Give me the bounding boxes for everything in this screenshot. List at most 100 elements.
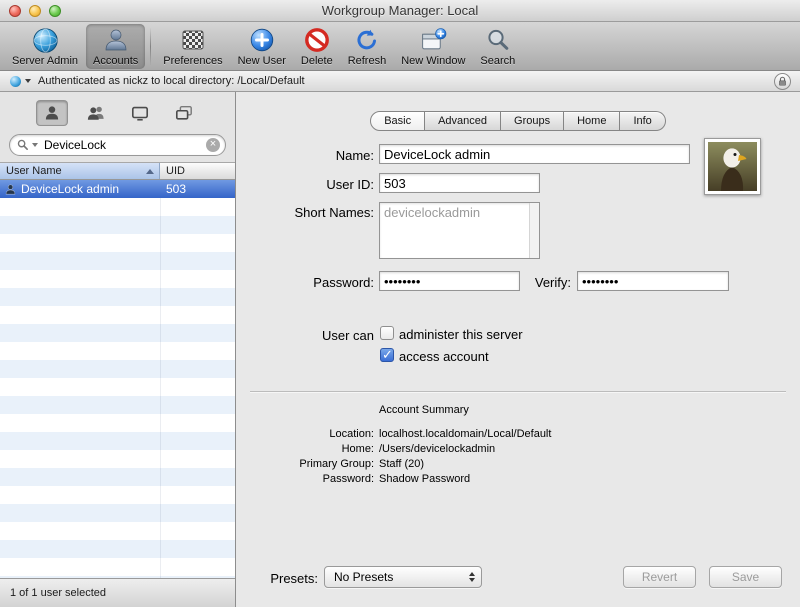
new-user-icon xyxy=(249,25,275,55)
accounts-icon xyxy=(103,25,129,55)
user-list-header: User Name UID xyxy=(0,162,235,180)
user-list[interactable]: DeviceLock admin 503 xyxy=(0,180,235,578)
toolbar-delete[interactable]: Delete xyxy=(294,24,340,69)
toolbar-preferences[interactable]: Preferences xyxy=(156,24,229,69)
title-bar: Workgroup Manager: Local xyxy=(0,0,800,22)
short-names-box[interactable]: devicelockadmin xyxy=(379,202,540,259)
verify-input[interactable] xyxy=(577,271,729,291)
user-id-label: User ID: xyxy=(236,177,374,192)
section-divider xyxy=(250,391,786,393)
delete-icon xyxy=(304,25,330,55)
access-account-checkbox-label: access account xyxy=(399,349,489,364)
user-row[interactable]: DeviceLock admin 503 xyxy=(0,180,235,198)
short-names-scrollbar[interactable] xyxy=(529,203,539,258)
column-header-username[interactable]: User Name xyxy=(0,163,160,179)
summary-primary-group-value: Staff (20) xyxy=(379,458,424,470)
sort-ascending-icon xyxy=(146,169,154,174)
tab-groups[interactable]: Groups xyxy=(501,111,564,131)
padlock-icon xyxy=(777,76,788,87)
tab-users[interactable] xyxy=(36,100,68,126)
sidebar-search-field[interactable]: × xyxy=(9,134,226,156)
auth-bar: Authenticated as nickz to local director… xyxy=(0,71,800,92)
column-header-uid[interactable]: UID xyxy=(160,163,235,179)
lock-button[interactable] xyxy=(774,73,791,90)
directory-globe-icon[interactable] xyxy=(10,76,21,87)
toolbar-label: Search xyxy=(480,55,515,67)
traffic-lights xyxy=(9,5,61,17)
user-picture-frame[interactable] xyxy=(704,138,761,195)
user-row-name-cell: DeviceLock admin xyxy=(0,182,160,196)
directory-menu-arrow-icon[interactable] xyxy=(25,79,31,83)
tab-computer-groups[interactable] xyxy=(168,100,200,126)
toolbar: Server Admin Accounts Preferences New Us… xyxy=(0,22,800,71)
tab-home[interactable]: Home xyxy=(564,111,620,131)
popup-arrows-icon xyxy=(469,572,475,582)
auth-status-text: Authenticated as nickz to local director… xyxy=(38,75,305,87)
search-scope-arrow-icon[interactable] xyxy=(32,143,38,147)
summary-home-label: Home: xyxy=(236,443,374,455)
group-icon xyxy=(86,104,106,122)
search-icon xyxy=(485,25,511,55)
tab-basic[interactable]: Basic xyxy=(370,111,425,131)
tab-info[interactable]: Info xyxy=(620,111,665,131)
access-account-checkbox[interactable] xyxy=(380,348,394,362)
computer-icon xyxy=(130,104,150,122)
password-label: Password: xyxy=(236,275,374,290)
search-magnifier-icon xyxy=(17,139,29,151)
account-summary-title: Account Summary xyxy=(379,404,469,416)
detail-tabs: Basic Advanced Groups Home Info xyxy=(236,111,800,131)
save-button[interactable]: Save xyxy=(709,566,782,588)
sidebar-search-area: × xyxy=(0,134,235,162)
user-detail-pane: Basic Advanced Groups Home Info Name: Us… xyxy=(236,92,800,607)
name-label: Name: xyxy=(236,148,374,163)
tab-computers[interactable] xyxy=(124,100,156,126)
sidebar-status-bar: 1 of 1 user selected xyxy=(0,578,235,607)
toolbar-label: New Window xyxy=(401,55,465,67)
new-window-icon xyxy=(420,25,447,55)
toolbar-label: New User xyxy=(238,55,286,67)
minimize-button[interactable] xyxy=(29,5,41,17)
toolbar-label: Server Admin xyxy=(12,55,78,67)
summary-location-value: localhost.localdomain/Local/Default xyxy=(379,428,551,440)
tab-advanced[interactable]: Advanced xyxy=(425,111,501,131)
toolbar-separator xyxy=(150,28,151,65)
presets-dropdown[interactable]: No Presets xyxy=(324,566,482,588)
revert-button[interactable]: Revert xyxy=(623,566,696,588)
toolbar-new-window[interactable]: New Window xyxy=(394,24,472,69)
close-button[interactable] xyxy=(9,5,21,17)
user-row-icon xyxy=(4,183,17,196)
refresh-icon xyxy=(354,25,380,55)
administer-checkbox-label: administer this server xyxy=(399,327,523,342)
administer-checkbox[interactable] xyxy=(380,326,394,340)
toolbar-label: Accounts xyxy=(93,55,138,67)
presets-value: No Presets xyxy=(334,570,469,584)
zoom-button[interactable] xyxy=(49,5,61,17)
selection-count-text: 1 of 1 user selected xyxy=(10,587,106,599)
window-body: × User Name UID DeviceLock admin xyxy=(0,92,800,607)
toolbar-server-admin[interactable]: Server Admin xyxy=(5,24,85,69)
accounts-sidebar: × User Name UID DeviceLock admin xyxy=(0,92,236,607)
preferences-icon xyxy=(180,25,206,55)
tab-groups[interactable] xyxy=(80,100,112,126)
summary-home-value: /Users/devicelockadmin xyxy=(379,443,495,455)
server-admin-icon xyxy=(32,25,59,55)
workgroup-manager-window: Workgroup Manager: Local Server Admin Ac… xyxy=(0,0,800,607)
summary-password-value: Shadow Password xyxy=(379,473,470,485)
toolbar-search[interactable]: Search xyxy=(473,24,522,69)
presets-label: Presets: xyxy=(236,571,318,586)
summary-password-label: Password: xyxy=(236,473,374,485)
toolbar-refresh[interactable]: Refresh xyxy=(341,24,394,69)
user-picture-image xyxy=(708,142,757,191)
search-clear-icon[interactable]: × xyxy=(206,138,220,152)
search-input[interactable] xyxy=(44,138,203,152)
toolbar-accounts[interactable]: Accounts xyxy=(86,24,145,69)
name-input[interactable] xyxy=(379,144,690,164)
short-names-value: devicelockadmin xyxy=(384,205,480,220)
summary-location-label: Location: xyxy=(236,428,374,440)
user-id-input[interactable] xyxy=(379,173,540,193)
toolbar-new-user[interactable]: New User xyxy=(231,24,293,69)
user-row-uid: 503 xyxy=(160,182,186,196)
toolbar-label: Preferences xyxy=(163,55,222,67)
user-can-label: User can xyxy=(236,328,374,343)
column-header-uid-label: UID xyxy=(166,165,185,177)
